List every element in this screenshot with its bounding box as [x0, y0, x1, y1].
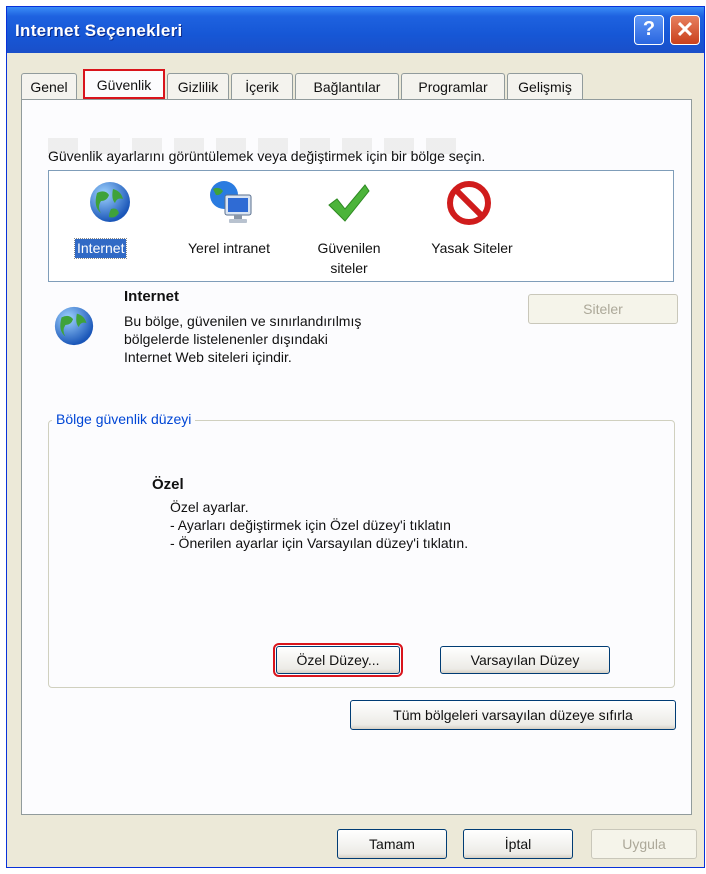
- sites-button[interactable]: Siteler: [528, 294, 678, 324]
- intranet-icon: [210, 181, 252, 223]
- security-level-line: - Ayarları değiştirmek için Özel düzey'i…: [170, 517, 451, 533]
- reset-all-zones-button[interactable]: Tüm bölgeleri varsayılan düzeye sıfırla: [350, 700, 676, 730]
- prohibited-icon: [447, 181, 491, 225]
- tab-gizlilik[interactable]: Gizlilik: [167, 73, 229, 99]
- help-button[interactable]: ?: [634, 15, 664, 45]
- zone-label-restricted: Yasak Siteler: [431, 240, 513, 256]
- tab-icerik[interactable]: İçerik: [231, 73, 293, 99]
- internet-options-window: Internet Seçenekleri ? ✕ Genel Güvenlik …: [6, 6, 705, 868]
- globe-icon: [54, 306, 94, 346]
- tab-guvenlik[interactable]: Güvenlik: [83, 69, 165, 99]
- zone-label-internet: Internet: [73, 238, 128, 259]
- zone-label-trusted-line2: siteler: [330, 260, 368, 276]
- cancel-button[interactable]: İptal: [463, 829, 573, 859]
- zone-label-trusted-line1: Güvenilen: [317, 240, 381, 256]
- zone-internet[interactable]: Internet: [69, 179, 153, 279]
- security-tab-panel: Güvenlik ayarlarını görüntülemek veya de…: [21, 99, 692, 815]
- security-level-description: Özel ayarlar. - Ayarları değiştirmek içi…: [170, 498, 468, 552]
- checkmark-icon: [328, 184, 370, 222]
- globe-icon: [90, 182, 130, 222]
- tab-gelismis[interactable]: Gelişmiş: [507, 73, 583, 99]
- zone-trusted-sites[interactable]: Güvenilen siteler: [299, 179, 399, 279]
- zone-info-desc-line: Internet Web siteleri içindir.: [124, 349, 292, 365]
- security-level-group-title: Bölge güvenlik düzeyi: [52, 411, 196, 427]
- ok-button[interactable]: Tamam: [337, 829, 447, 859]
- zone-info-description: Bu bölge, güvenilen ve sınırlandırılmış …: [124, 312, 361, 366]
- tab-programlar[interactable]: Programlar: [401, 73, 505, 99]
- zone-info-title: Internet: [124, 288, 180, 305]
- window-title: Internet Seçenekleri: [15, 21, 183, 40]
- zone-label-local-intranet: Yerel intranet: [188, 240, 270, 256]
- security-level-line: Özel ayarlar.: [170, 499, 249, 515]
- apply-button[interactable]: Uygula: [591, 829, 697, 859]
- custom-level-button[interactable]: Özel Düzey...: [273, 643, 403, 677]
- default-level-button[interactable]: Varsayılan Düzey: [440, 646, 610, 674]
- security-level-line: - Önerilen ayarlar için Varsayılan düzey…: [170, 535, 469, 551]
- zone-local-intranet[interactable]: Yerel intranet: [169, 179, 289, 279]
- zone-list[interactable]: Internet Yerel intranet Güvenilen sitele…: [48, 170, 674, 282]
- zone-info-desc-line: Bu bölge, güvenilen ve sınırlandırılmış: [124, 313, 362, 329]
- zone-restricted-sites[interactable]: Yasak Siteler: [417, 179, 527, 279]
- close-button[interactable]: ✕: [670, 15, 700, 45]
- zone-instruction: Güvenlik ayarlarını görüntülemek veya de…: [48, 148, 486, 164]
- security-level-name: Özel: [152, 476, 184, 493]
- zone-info-desc-line: bölgelerde listelenenler dışındaki: [124, 331, 328, 347]
- title-bar[interactable]: Internet Seçenekleri ? ✕: [7, 7, 704, 53]
- tab-baglantilar[interactable]: Bağlantılar: [295, 73, 399, 99]
- tab-genel[interactable]: Genel: [21, 73, 77, 99]
